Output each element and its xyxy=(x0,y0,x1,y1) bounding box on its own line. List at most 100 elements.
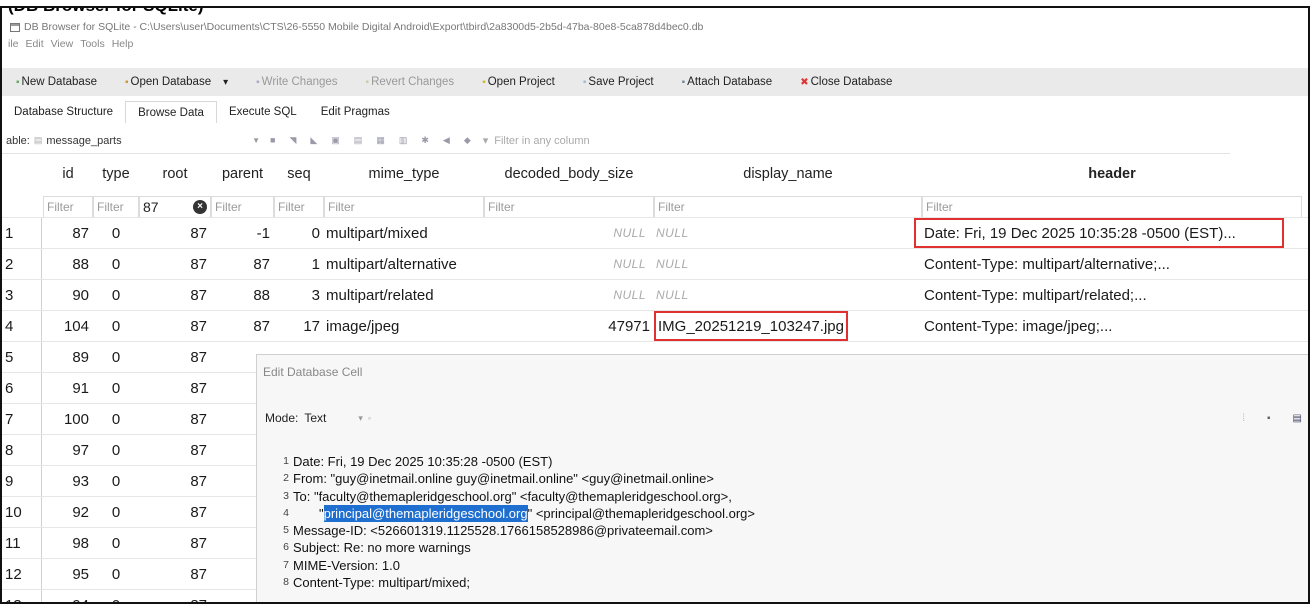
cell-mime[interactable]: image/jpeg xyxy=(324,311,484,341)
table-row[interactable]: 4 104 0 87 87 17 image/jpeg 47971 IMG_20251219_1… xyxy=(2,310,1308,341)
cell-root[interactable]: 87 xyxy=(139,435,211,465)
row-number[interactable]: 1 xyxy=(2,218,42,248)
cell-id[interactable]: 97 xyxy=(43,435,93,465)
cell-root[interactable]: 87 xyxy=(139,280,211,310)
toolbar-button[interactable]: ▪ Attach Database xyxy=(668,76,787,88)
cell-type[interactable]: 0 xyxy=(93,466,139,496)
cell-root[interactable]: 87 xyxy=(139,218,211,248)
cell-id[interactable]: 87 xyxy=(43,218,93,248)
cell-size[interactable]: 47971 xyxy=(484,311,654,341)
cell-id[interactable]: 88 xyxy=(43,249,93,279)
column-header-seq[interactable]: seq xyxy=(274,158,324,189)
cell-id[interactable]: 91 xyxy=(43,373,93,403)
tab-execute-sql[interactable]: Execute SQL xyxy=(217,101,309,123)
menu-item[interactable]: ile xyxy=(8,38,19,54)
cell-id[interactable]: 104 xyxy=(43,311,93,341)
cell-id[interactable]: 90 xyxy=(43,280,93,310)
cell-seq[interactable]: 1 xyxy=(274,249,324,279)
row-number[interactable]: 5 xyxy=(2,342,42,372)
export-icon[interactable]: ▪ xyxy=(1267,413,1271,424)
selected-text[interactable]: principal@themapleridgeschool.org xyxy=(323,504,528,523)
row-number[interactable]: 6 xyxy=(2,373,42,403)
cell-type[interactable]: 0 xyxy=(93,497,139,527)
cell-id[interactable]: 100 xyxy=(43,404,93,434)
tab-database-structure[interactable]: Database Structure xyxy=(2,101,125,123)
cell-size[interactable]: NULL xyxy=(484,218,654,248)
table-selector[interactable]: able: ▤ message_parts ▼ xyxy=(2,135,264,147)
cell-parent[interactable]: 87 xyxy=(211,249,274,279)
cell-root[interactable]: 87 xyxy=(139,342,211,372)
refresh-icon[interactable]: ■ xyxy=(270,135,275,146)
cell-parent[interactable]: 88 xyxy=(211,280,274,310)
table-row[interactable]: 1 87 0 87 -1 0 multipart/mixed NULL NULL Date: Fr… xyxy=(2,217,1308,248)
cell-size[interactable]: NULL xyxy=(484,280,654,310)
column-header-type[interactable]: type xyxy=(93,158,139,189)
row-number[interactable]: 4 xyxy=(2,311,42,341)
tab-browse-data[interactable]: Browse Data xyxy=(125,101,217,123)
row-number[interactable]: 12 xyxy=(2,559,42,589)
cell-root[interactable]: 87 xyxy=(139,311,211,341)
cell-id[interactable]: 92 xyxy=(43,497,93,527)
tab-edit-pragmas[interactable]: Edit Pragmas xyxy=(309,101,402,123)
row-number[interactable]: 13 xyxy=(2,590,42,602)
cell-type[interactable]: 0 xyxy=(93,218,139,248)
row-number[interactable]: 9 xyxy=(2,466,42,496)
filter-input-type[interactable]: Filter xyxy=(93,196,139,218)
cell-type[interactable]: 0 xyxy=(93,590,139,603)
table-row[interactable]: 3 90 0 87 88 3 multipart/related NULL NULL Conten… xyxy=(2,279,1308,310)
row-number[interactable]: 3 xyxy=(2,280,42,310)
filter-input-display_name[interactable]: Filter xyxy=(654,196,922,218)
column-header-root[interactable]: root xyxy=(139,158,211,189)
cell-seq[interactable]: 3 xyxy=(274,280,324,310)
row-number[interactable]: 11 xyxy=(2,528,42,558)
cell-id[interactable]: 93 xyxy=(43,466,93,496)
column-header-id[interactable]: id xyxy=(43,158,93,189)
filter-input-parent[interactable]: Filter xyxy=(211,196,274,218)
cell-root[interactable]: 87 xyxy=(139,404,211,434)
cell-root[interactable]: 87 xyxy=(139,249,211,279)
column-header-display_name[interactable]: display_name xyxy=(654,158,922,189)
mode-selector[interactable]: Mode: Text ▾ ◦ xyxy=(265,411,371,425)
cell-name[interactable]: IMG_20251219_103247.jpg xyxy=(654,311,848,341)
cell-root[interactable]: 87 xyxy=(139,466,211,496)
clear-filter-icon[interactable]: × xyxy=(193,200,207,214)
cell-mime[interactable]: multipart/related xyxy=(324,280,484,310)
cell-mime[interactable]: multipart/alternative xyxy=(324,249,484,279)
column-header-mime_type[interactable]: mime_type xyxy=(324,158,484,189)
filter-input-root[interactable]: 87 × xyxy=(139,196,211,218)
duplicate-record-icon[interactable]: ▥ xyxy=(399,135,408,146)
menu-item[interactable]: View xyxy=(51,38,74,54)
cell-header[interactable]: Content-Type: multipart/related;... xyxy=(922,280,1302,310)
cell-type[interactable]: 0 xyxy=(93,435,139,465)
clear-filters-icon[interactable]: ◥ xyxy=(289,135,296,146)
toolbar-button[interactable]: ▪ New Database xyxy=(2,76,111,88)
cell-root[interactable]: 87 xyxy=(139,528,211,558)
cell-name[interactable]: NULL xyxy=(654,280,922,310)
row-number[interactable]: 8 xyxy=(2,435,42,465)
cell-type[interactable]: 0 xyxy=(93,311,139,341)
menu-item[interactable]: Tools xyxy=(80,38,105,54)
filter-input-seq[interactable]: Filter xyxy=(274,196,324,218)
cell-header[interactable]: Content-Type: multipart/alternative;... xyxy=(922,249,1302,279)
cell-id[interactable]: 95 xyxy=(43,559,93,589)
save-table-icon[interactable]: ▣ xyxy=(331,135,340,146)
cell-root[interactable]: 87 xyxy=(139,559,211,589)
toolbar-button[interactable]: ▪ Save Project xyxy=(569,76,668,88)
column-header-parent[interactable]: parent xyxy=(211,158,274,189)
cell-header[interactable]: Date: Fri, 19 Dec 2025 10:35:28 -0500 (E… xyxy=(914,218,1284,248)
cell-type[interactable]: 0 xyxy=(93,528,139,558)
cell-id[interactable]: 94 xyxy=(43,590,93,603)
row-number[interactable]: 7 xyxy=(2,404,42,434)
cell-text-editor[interactable]: 1 Date: Fri, 19 Dec 2025 10:35:28 -0500 (… xyxy=(275,453,755,591)
apply-icon[interactable]: ▤ xyxy=(1293,413,1302,424)
cell-type[interactable]: 0 xyxy=(93,280,139,310)
find-icon[interactable]: ◀ xyxy=(443,135,450,146)
delete-record-icon[interactable]: ✱ xyxy=(421,135,429,146)
cell-mime[interactable]: multipart/mixed xyxy=(324,218,484,248)
toolbar-button[interactable]: ▪ Open Project xyxy=(468,76,569,88)
print-icon[interactable]: ▤ xyxy=(354,135,363,146)
cell-parent[interactable]: -1 xyxy=(211,218,274,248)
import-icon[interactable]: ⁞ xyxy=(1242,413,1245,424)
cell-type[interactable]: 0 xyxy=(93,559,139,589)
filter-input-header[interactable]: Filter xyxy=(922,196,1302,218)
